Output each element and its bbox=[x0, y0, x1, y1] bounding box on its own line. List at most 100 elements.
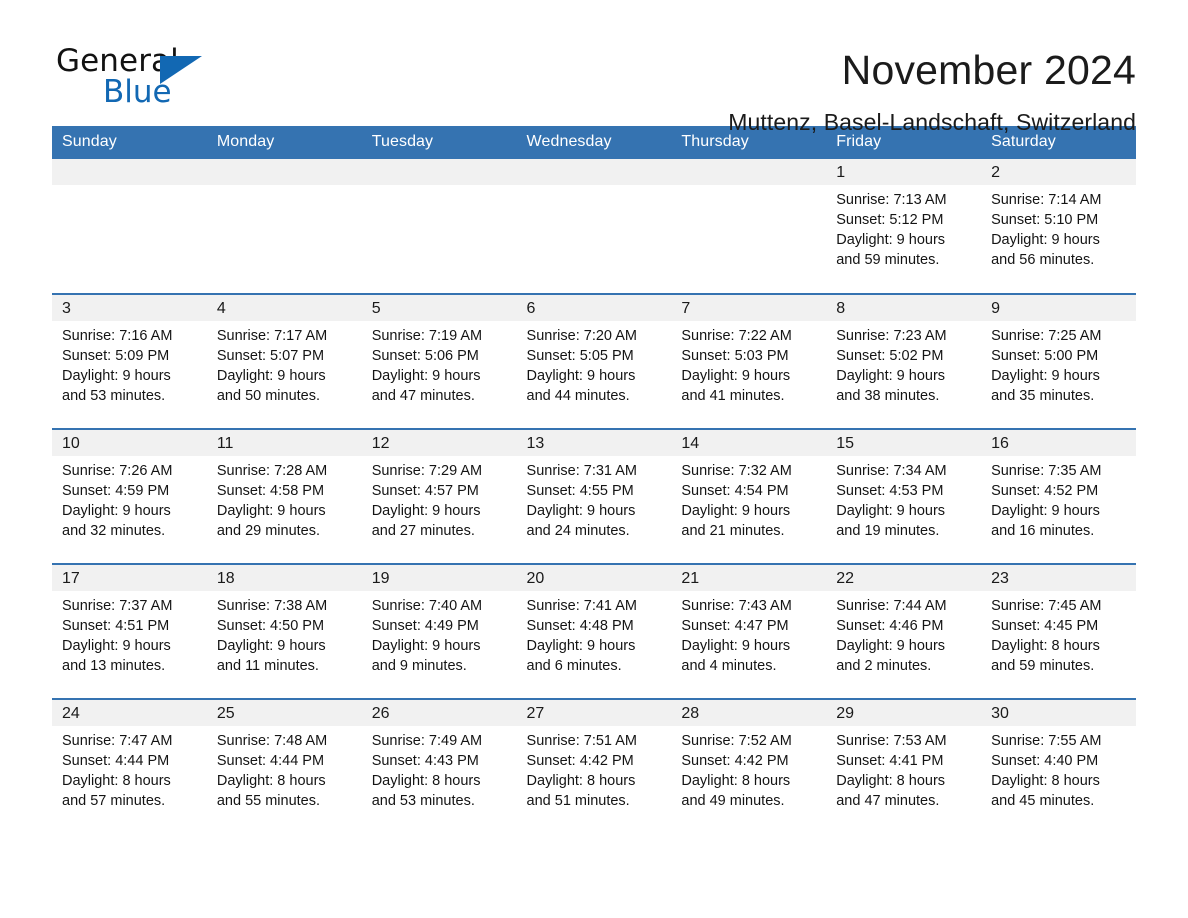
sunset-text: Sunset: 4:44 PM bbox=[62, 753, 170, 769]
calendar-day-cell[interactable]: 1 Sunrise: 7:13 AM Sunset: 5:12 PM Daylight… bbox=[826, 159, 982, 294]
day-details: Sunrise: 7:35 AM Sunset: 4:52 PM Daylight:… bbox=[981, 456, 1136, 541]
calendar-day-cell[interactable]: 14 Sunrise: 7:32 AM Sunset: 4:54 PM Dayligh… bbox=[671, 428, 827, 564]
sunrise-text: Sunrise: 7:52 AM bbox=[681, 733, 792, 749]
weekday-header-wednesday: Wednesday bbox=[516, 126, 672, 159]
daylight-text: Daylight: 9 hours bbox=[216, 368, 326, 384]
calendar-day-cell[interactable]: 21 Sunrise: 7:43 AM Sunset: 4:47 PM Dayligh… bbox=[671, 563, 827, 699]
sunrise-text: Sunrise: 7:23 AM bbox=[836, 328, 947, 344]
day-details: Sunrise: 7:51 AM Sunset: 4:42 PM Daylight:… bbox=[517, 726, 672, 811]
sunrise-text: Sunrise: 7:47 AM bbox=[62, 733, 173, 749]
sunset-text: Sunset: 4:46 PM bbox=[836, 618, 944, 634]
daylight-text: Daylight: 9 hours bbox=[991, 368, 1100, 384]
daylight-text: and 4 minutes. bbox=[681, 658, 777, 674]
daylight-text: and 38 minutes. bbox=[836, 388, 940, 404]
day-details: Sunrise: 7:43 AM Sunset: 4:47 PM Daylight:… bbox=[671, 591, 826, 676]
calendar-week-row: 10 Sunrise: 7:26 AM Sunset: 4:59 PM Dayligh… bbox=[52, 428, 1136, 564]
daylight-text: Daylight: 9 hours bbox=[836, 638, 946, 654]
day-details: Sunrise: 7:19 AM Sunset: 5:06 PM Daylight:… bbox=[362, 321, 517, 406]
daylight-text: and 50 minutes. bbox=[216, 388, 321, 404]
calendar-day-cell[interactable]: 18 Sunrise: 7:38 AM Sunset: 4:50 PM Dayligh… bbox=[206, 563, 362, 699]
daylight-text: Daylight: 9 hours bbox=[62, 368, 171, 384]
calendar-day-cell[interactable]: 24 Sunrise: 7:47 AM Sunset: 4:44 PM Dayligh… bbox=[52, 698, 207, 834]
calendar-day-cell[interactable]: 16 Sunrise: 7:35 AM Sunset: 4:52 PM Dayligh… bbox=[981, 428, 1136, 564]
day-number: 1 bbox=[826, 159, 982, 185]
sunset-text: Sunset: 4:54 PM bbox=[681, 483, 789, 499]
daylight-text: Daylight: 9 hours bbox=[62, 503, 171, 519]
sunrise-text: Sunrise: 7:29 AM bbox=[371, 463, 483, 479]
calendar-day-cell[interactable]: 26 Sunrise: 7:49 AM Sunset: 4:43 PM Dayligh… bbox=[361, 698, 517, 834]
day-number bbox=[671, 159, 827, 185]
calendar-day-cell[interactable]: 17 Sunrise: 7:37 AM Sunset: 4:51 PM Dayligh… bbox=[52, 563, 207, 699]
calendar-day-cell[interactable]: 30 Sunrise: 7:55 AM Sunset: 4:40 PM Dayligh… bbox=[981, 698, 1136, 834]
daylight-text: and 53 minutes. bbox=[371, 793, 475, 809]
calendar-day-cell[interactable]: 3 Sunrise: 7:16 AM Sunset: 5:09 PM Daylight… bbox=[52, 293, 207, 429]
calendar-day-cell[interactable]: 15 Sunrise: 7:34 AM Sunset: 4:53 PM Dayligh… bbox=[826, 428, 982, 564]
calendar-day-cell[interactable]: 5 Sunrise: 7:19 AM Sunset: 5:06 PM Daylight… bbox=[361, 293, 517, 429]
daylight-text: and 35 minutes. bbox=[991, 388, 1095, 404]
day-number bbox=[361, 159, 517, 185]
sunset-text: Sunset: 5:09 PM bbox=[62, 348, 170, 364]
day-number: 27 bbox=[516, 700, 672, 726]
sunset-text: Sunset: 4:41 PM bbox=[836, 753, 944, 769]
calendar-day-cell[interactable]: 12 Sunrise: 7:29 AM Sunset: 4:57 PM Dayligh… bbox=[361, 428, 517, 564]
day-number: 23 bbox=[981, 565, 1136, 591]
calendar-day-cell[interactable]: 6 Sunrise: 7:20 AM Sunset: 5:05 PM Daylight… bbox=[516, 293, 672, 429]
calendar-day-cell[interactable]: 8 Sunrise: 7:23 AM Sunset: 5:02 PM Daylight… bbox=[826, 293, 982, 429]
calendar-day-cell[interactable]: 9 Sunrise: 7:25 AM Sunset: 5:00 PM Daylight… bbox=[981, 293, 1136, 429]
day-details: Sunrise: 7:34 AM Sunset: 4:53 PM Daylight:… bbox=[826, 456, 981, 541]
sunset-text: Sunset: 4:40 PM bbox=[991, 753, 1099, 769]
sunset-text: Sunset: 4:50 PM bbox=[216, 618, 325, 634]
day-details bbox=[362, 185, 517, 190]
daylight-text: and 19 minutes. bbox=[836, 523, 940, 539]
day-details: Sunrise: 7:22 AM Sunset: 5:03 PM Daylight:… bbox=[671, 321, 826, 406]
sunset-text: Sunset: 4:44 PM bbox=[216, 753, 325, 769]
daylight-text: and 32 minutes. bbox=[62, 523, 166, 539]
day-number: 22 bbox=[826, 565, 982, 591]
calendar-day-cell[interactable]: 4 Sunrise: 7:17 AM Sunset: 5:07 PM Daylight… bbox=[206, 293, 362, 429]
calendar-day-cell[interactable]: 7 Sunrise: 7:22 AM Sunset: 5:03 PM Daylight… bbox=[671, 293, 827, 429]
day-details: Sunrise: 7:32 AM Sunset: 4:54 PM Daylight:… bbox=[671, 456, 826, 541]
calendar-day-cell[interactable]: 27 Sunrise: 7:51 AM Sunset: 4:42 PM Dayligh… bbox=[516, 698, 672, 834]
daylight-text: and 47 minutes. bbox=[371, 388, 475, 404]
calendar-day-cell[interactable]: 28 Sunrise: 7:52 AM Sunset: 4:42 PM Dayligh… bbox=[671, 698, 827, 834]
calendar-day-cell[interactable]: 20 Sunrise: 7:41 AM Sunset: 4:48 PM Dayligh… bbox=[516, 563, 672, 699]
sunrise-text: Sunrise: 7:22 AM bbox=[681, 328, 792, 344]
page-header: General Blue November 2024 Muttenz, Base… bbox=[0, 0, 1188, 135]
calendar-day-cell[interactable]: 25 Sunrise: 7:48 AM Sunset: 4:44 PM Dayligh… bbox=[206, 698, 362, 834]
daylight-text: Daylight: 9 hours bbox=[836, 232, 946, 248]
sunrise-text: Sunrise: 7:25 AM bbox=[991, 328, 1102, 344]
day-number: 2 bbox=[981, 159, 1136, 185]
daylight-text: Daylight: 9 hours bbox=[526, 503, 636, 519]
day-number: 14 bbox=[671, 430, 827, 456]
sunset-text: Sunset: 4:52 PM bbox=[991, 483, 1099, 499]
logo-word-general: General bbox=[56, 43, 179, 79]
calendar-day-cell[interactable]: 13 Sunrise: 7:31 AM Sunset: 4:55 PM Dayligh… bbox=[516, 428, 672, 564]
day-number: 28 bbox=[671, 700, 827, 726]
calendar-day-cell[interactable]: 23 Sunrise: 7:45 AM Sunset: 4:45 PM Dayligh… bbox=[981, 563, 1136, 699]
day-details: Sunrise: 7:52 AM Sunset: 4:42 PM Daylight:… bbox=[671, 726, 826, 811]
calendar-day-cell[interactable]: 29 Sunrise: 7:53 AM Sunset: 4:41 PM Dayligh… bbox=[826, 698, 982, 834]
daylight-text: and 47 minutes. bbox=[836, 793, 940, 809]
day-details: Sunrise: 7:44 AM Sunset: 4:46 PM Daylight:… bbox=[826, 591, 981, 676]
daylight-text: Daylight: 9 hours bbox=[526, 638, 636, 654]
sunrise-text: Sunrise: 7:26 AM bbox=[62, 463, 173, 479]
calendar-day-cell[interactable]: 22 Sunrise: 7:44 AM Sunset: 4:46 PM Dayligh… bbox=[826, 563, 982, 699]
calendar-day-cell[interactable]: 2 Sunrise: 7:14 AM Sunset: 5:10 PM Daylight… bbox=[981, 159, 1136, 294]
sunset-text: Sunset: 4:53 PM bbox=[836, 483, 944, 499]
calendar-day-cell[interactable]: 10 Sunrise: 7:26 AM Sunset: 4:59 PM Dayligh… bbox=[52, 428, 207, 564]
sunset-text: Sunset: 5:12 PM bbox=[836, 212, 944, 228]
sunrise-text: Sunrise: 7:20 AM bbox=[526, 328, 637, 344]
sunrise-text: Sunrise: 7:48 AM bbox=[216, 733, 328, 749]
daylight-text: and 27 minutes. bbox=[371, 523, 475, 539]
day-details: Sunrise: 7:23 AM Sunset: 5:02 PM Daylight:… bbox=[826, 321, 981, 406]
daylight-text: Daylight: 8 hours bbox=[991, 773, 1100, 789]
sunrise-text: Sunrise: 7:38 AM bbox=[216, 598, 328, 614]
calendar-day-cell-empty bbox=[206, 159, 362, 294]
calendar-day-cell[interactable]: 11 Sunrise: 7:28 AM Sunset: 4:58 PM Dayligh… bbox=[206, 428, 362, 564]
day-number: 20 bbox=[516, 565, 672, 591]
generalblue-logo[interactable]: General Blue bbox=[56, 44, 236, 114]
daylight-text: and 57 minutes. bbox=[62, 793, 166, 809]
daylight-text: Daylight: 9 hours bbox=[216, 638, 326, 654]
sunrise-text: Sunrise: 7:49 AM bbox=[371, 733, 483, 749]
calendar-day-cell[interactable]: 19 Sunrise: 7:40 AM Sunset: 4:49 PM Dayligh… bbox=[361, 563, 517, 699]
